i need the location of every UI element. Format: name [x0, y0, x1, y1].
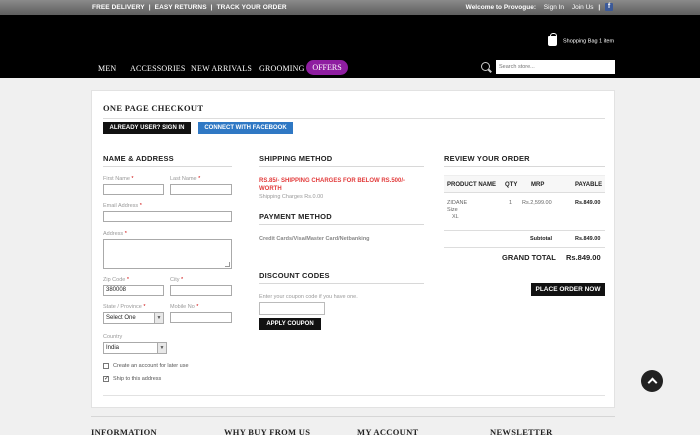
zip-field[interactable]: 380008: [103, 285, 164, 296]
col-payable: PAYABLE: [575, 182, 603, 188]
account-links: Welcome to Provogue: Sign In Join Us | f: [466, 3, 613, 11]
footer-information-heading: INFORMATION: [91, 427, 157, 435]
product-size-label: Size: [447, 207, 458, 213]
footer-divider: [91, 416, 615, 417]
country-select[interactable]: India ▼: [103, 342, 167, 354]
subtotal-label: Subtotal: [530, 236, 552, 242]
connect-facebook-button[interactable]: CONNECT WITH FACEBOOK: [198, 122, 293, 134]
footer-why-buy-heading: WHY BUY FROM US: [224, 427, 311, 435]
divider: [259, 166, 424, 167]
easy-returns-link[interactable]: EASY RETURNS: [155, 4, 207, 11]
shopping-bag[interactable]: Shopping Bag 1 item: [548, 33, 615, 46]
chevron-down-icon: ▼: [157, 343, 166, 353]
footer-my-account-heading: MY ACCOUNT: [357, 427, 419, 435]
divider: [259, 283, 424, 284]
payment-methods[interactable]: Credit Cards/Visa/Master Card/Netbanking: [259, 236, 370, 242]
top-links: FREE DELIVERY | EASY RETURNS | TRACK YOUR OR…: [92, 4, 287, 11]
site-header: Shopping Bag 1 item MEN ACCESSORIES NEW …: [0, 15, 700, 78]
apply-coupon-button[interactable]: APPLY COUPON: [259, 318, 321, 330]
track-order-link[interactable]: TRACK YOUR ORDER: [217, 4, 287, 11]
nav-grooming[interactable]: GROOMING: [259, 64, 305, 73]
col-qty: QTY: [505, 182, 518, 188]
footer-newsletter-heading: NEWSLETTER: [490, 427, 553, 435]
bag-label: Shopping Bag: [563, 38, 598, 45]
divider: [103, 118, 605, 119]
address-label: Address *: [103, 231, 127, 237]
sign-in-button[interactable]: ALREADY USER? SIGN IN: [103, 122, 191, 134]
create-account-label: Create an account for later use: [113, 363, 189, 369]
sign-in-link[interactable]: Sign In: [544, 4, 564, 11]
mobile-label: Mobile No *: [170, 304, 199, 310]
welcome-text: Welcome to Provogue:: [465, 3, 536, 11]
facebook-icon[interactable]: f: [605, 3, 613, 11]
chevron-down-icon: ▼: [154, 313, 163, 323]
state-select[interactable]: Select One ▼: [103, 312, 164, 324]
free-delivery-link[interactable]: FREE DELIVERY: [92, 4, 145, 11]
product-mrp: Rs.2,599.00: [522, 200, 552, 206]
page-title: ONE PAGE CHECKOUT: [103, 103, 204, 113]
separator: |: [148, 4, 151, 11]
country-label: Country: [103, 334, 123, 340]
last-name-field[interactable]: [170, 184, 232, 195]
ship-to-address-label: Ship to this address: [113, 376, 162, 382]
divider: [444, 247, 605, 248]
email-label: Email Address *: [103, 203, 142, 209]
separator: |: [210, 4, 213, 11]
last-name-label: Last Name *: [170, 176, 201, 182]
join-us-link[interactable]: Join Us: [572, 4, 594, 11]
search-icon[interactable]: [481, 62, 490, 71]
top-utility-bar: FREE DELIVERY | EASY RETURNS | TRACK YOUR OR…: [0, 0, 700, 15]
nav-men[interactable]: MEN: [98, 64, 116, 73]
divider: [444, 166, 605, 167]
col-mrp: MRP: [531, 182, 545, 188]
checkout-panel: ONE PAGE CHECKOUT ALREADY USER? SIGN IN …: [91, 90, 615, 408]
shopping-bag-icon: [548, 33, 557, 46]
separator: |: [598, 3, 601, 11]
product-name[interactable]: ZIDANE: [447, 200, 467, 206]
address-section-title: NAME & ADDRESS: [103, 154, 174, 163]
state-label: State / Province *: [103, 304, 146, 310]
city-field[interactable]: [170, 285, 232, 296]
zip-label: Zip Code *: [103, 277, 129, 283]
city-label: City *: [170, 277, 184, 283]
divider: [103, 166, 232, 167]
create-account-checkbox[interactable]: [103, 363, 109, 369]
product-size-value: XL: [452, 214, 459, 220]
bag-count: 1 item: [599, 38, 615, 45]
product-qty: 1: [509, 200, 513, 206]
grand-total-label: GRAND TOTAL: [502, 253, 556, 262]
discount-section-title: DISCOUNT CODES: [259, 271, 330, 280]
subtotal-value: Rs.849.00: [575, 236, 601, 242]
shipping-section-title: SHIPPING METHOD: [259, 154, 333, 163]
email-field[interactable]: [103, 211, 232, 222]
coupon-input[interactable]: [259, 302, 325, 315]
coupon-hint: Enter your coupon code if you have one.: [259, 294, 358, 300]
search-input[interactable]: [496, 60, 615, 74]
first-name-field[interactable]: [103, 184, 164, 195]
ship-to-address-checkbox[interactable]: ✓: [103, 376, 109, 382]
divider: [444, 230, 605, 231]
product-payable: Rs.849.00: [575, 200, 601, 206]
first-name-label: First Name *: [103, 176, 134, 182]
table-header: PRODUCT NAME QTY MRP PAYABLE: [444, 175, 605, 193]
shipping-charges: Shipping Charges Rs.0.00: [259, 194, 324, 200]
place-order-button[interactable]: PLACE ORDER NOW: [531, 283, 605, 296]
mobile-field[interactable]: [170, 312, 232, 323]
col-product-name: PRODUCT NAME: [447, 182, 496, 188]
payment-section-title: PAYMENT METHOD: [259, 212, 332, 221]
address-textarea[interactable]: [103, 239, 232, 269]
order-section-title: REVIEW YOUR ORDER: [444, 154, 530, 163]
shipping-notice: RS.85/- SHIPPING CHARGES FOR BELOW RS.50…: [259, 178, 406, 192]
resize-handle[interactable]: [225, 262, 230, 267]
divider: [103, 395, 605, 396]
divider: [259, 224, 424, 225]
scroll-to-top-button[interactable]: [641, 370, 663, 392]
nav-offers[interactable]: OFFERS: [306, 60, 348, 75]
grand-total-value: Rs.849.00: [566, 253, 601, 262]
nav-accessories[interactable]: ACCESSORIES: [130, 64, 186, 73]
nav-new-arrivals[interactable]: NEW ARRIVALS: [191, 64, 252, 73]
